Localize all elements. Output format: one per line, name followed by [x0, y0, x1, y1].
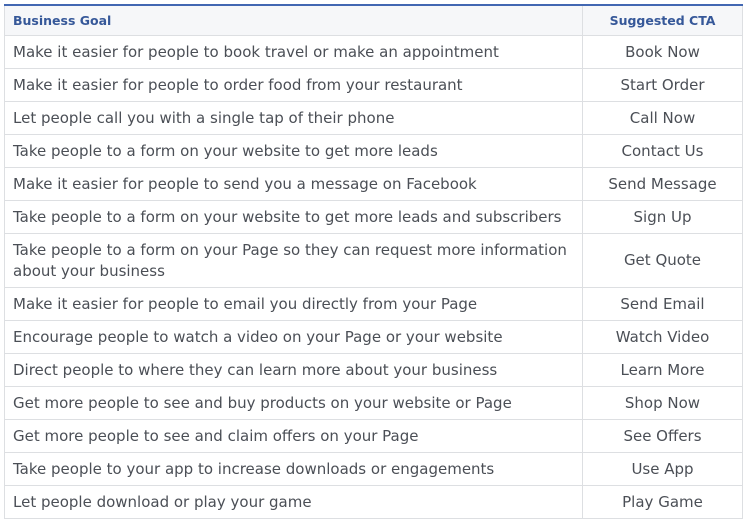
table-row: Make it easier for people to order food …	[4, 68, 743, 102]
table-row: Encourage people to watch a video on you…	[4, 320, 743, 354]
business-goal-cell: Take people to your app to increase down…	[4, 452, 583, 486]
suggested-cta-cell: Call Now	[582, 101, 743, 135]
business-goal-cell: Encourage people to watch a video on you…	[4, 320, 583, 354]
business-goal-cell: Make it easier for people to email you d…	[4, 287, 583, 321]
business-goal-cell: Make it easier for people to send you a …	[4, 167, 583, 201]
suggested-cta-cell: Contact Us	[582, 134, 743, 168]
table-row: Take people to a form on your website to…	[4, 134, 743, 168]
suggested-cta-cell: Watch Video	[582, 320, 743, 354]
cta-table: Business Goal Suggested CTA Make it easi…	[4, 4, 743, 519]
business-goal-cell: Take people to a form on your website to…	[4, 134, 583, 168]
table-row: Make it easier for people to book travel…	[4, 35, 743, 69]
business-goal-cell: Get more people to see and claim offers …	[4, 419, 583, 453]
table-row: Direct people to where they can learn mo…	[4, 353, 743, 387]
suggested-cta-cell: Send Message	[582, 167, 743, 201]
business-goal-cell: Take people to a form on your Page so th…	[4, 233, 583, 288]
business-goal-cell: Direct people to where they can learn mo…	[4, 353, 583, 387]
table-row: Let people download or play your game Pl…	[4, 485, 743, 519]
table-row: Take people to a form on your Page so th…	[4, 233, 743, 288]
suggested-cta-cell: Book Now	[582, 35, 743, 69]
table-row: Make it easier for people to send you a …	[4, 167, 743, 201]
suggested-cta-cell: Learn More	[582, 353, 743, 387]
suggested-cta-cell: Get Quote	[582, 233, 743, 288]
suggested-cta-cell: See Offers	[582, 419, 743, 453]
business-goal-cell: Take people to a form on your website to…	[4, 200, 583, 234]
table-row: Take people to your app to increase down…	[4, 452, 743, 486]
business-goal-cell: Make it easier for people to book travel…	[4, 35, 583, 69]
column-header-business-goal: Business Goal	[4, 5, 583, 36]
table-header-row: Business Goal Suggested CTA	[4, 5, 743, 36]
table-row: Let people call you with a single tap of…	[4, 101, 743, 135]
suggested-cta-cell: Shop Now	[582, 386, 743, 420]
suggested-cta-cell: Play Game	[582, 485, 743, 519]
table-row: Take people to a form on your website to…	[4, 200, 743, 234]
business-goal-cell: Let people call you with a single tap of…	[4, 101, 583, 135]
business-goal-cell: Get more people to see and buy products …	[4, 386, 583, 420]
suggested-cta-cell: Sign Up	[582, 200, 743, 234]
suggested-cta-cell: Start Order	[582, 68, 743, 102]
business-goal-cell: Let people download or play your game	[4, 485, 583, 519]
business-goal-cell: Make it easier for people to order food …	[4, 68, 583, 102]
column-header-suggested-cta: Suggested CTA	[582, 5, 743, 36]
table-row: Get more people to see and buy products …	[4, 386, 743, 420]
table-row: Get more people to see and claim offers …	[4, 419, 743, 453]
table-row: Make it easier for people to email you d…	[4, 287, 743, 321]
suggested-cta-cell: Use App	[582, 452, 743, 486]
suggested-cta-cell: Send Email	[582, 287, 743, 321]
